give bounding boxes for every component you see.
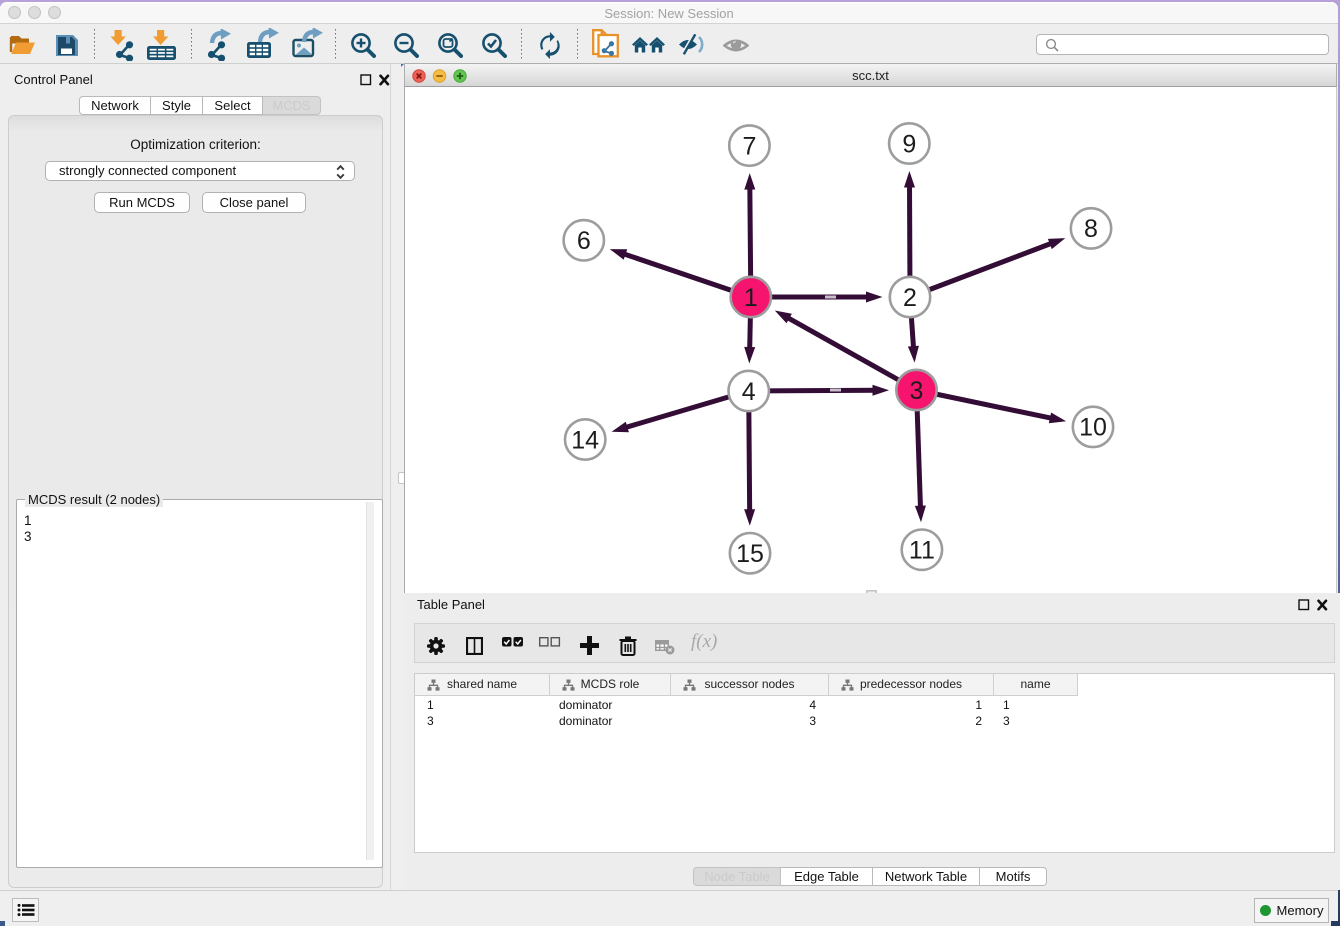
svg-text:7: 7 <box>742 132 756 160</box>
svg-text:6: 6 <box>577 227 591 255</box>
svg-text:1: 1 <box>744 284 758 312</box>
svg-text:11: 11 <box>909 537 935 565</box>
svg-text:10: 10 <box>1079 414 1107 442</box>
svg-text:9: 9 <box>902 130 916 158</box>
svg-text:2: 2 <box>903 284 917 312</box>
svg-text:15: 15 <box>736 540 764 568</box>
svg-text:4: 4 <box>742 378 756 406</box>
svg-text:3: 3 <box>910 377 924 405</box>
svg-text:8: 8 <box>1084 215 1098 243</box>
svg-text:14: 14 <box>571 426 599 454</box>
